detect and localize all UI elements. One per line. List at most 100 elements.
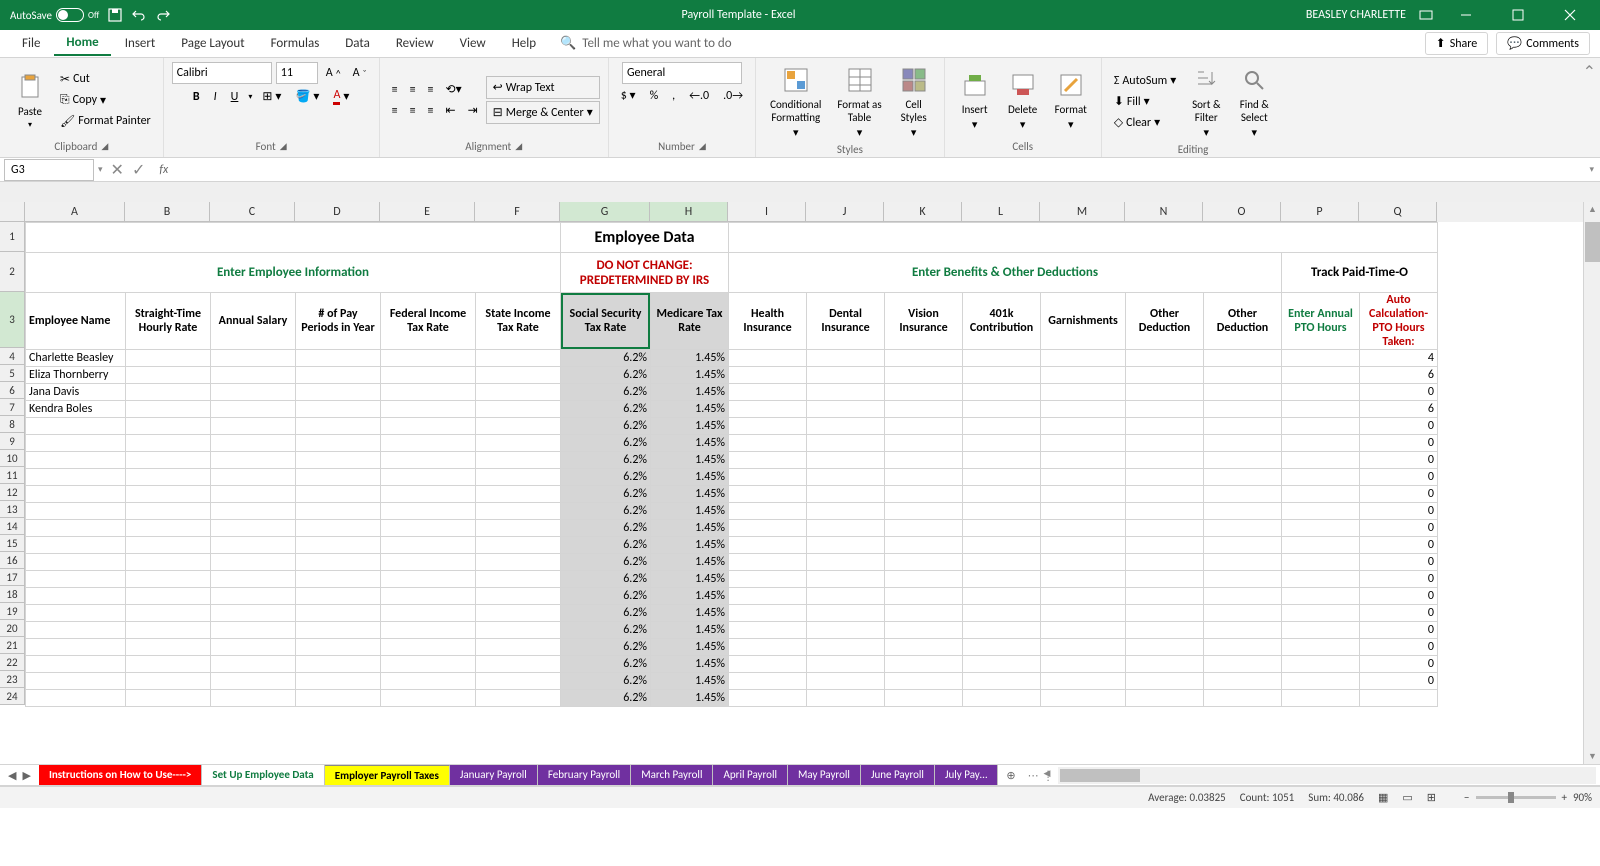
cell[interactable] xyxy=(1204,503,1282,520)
cell[interactable] xyxy=(963,486,1041,503)
cell[interactable] xyxy=(963,605,1041,622)
row-header-17[interactable]: 17 xyxy=(0,569,25,586)
merge-center-button[interactable]: ⊟Merge & Center ▾ xyxy=(486,101,600,124)
cell[interactable] xyxy=(729,384,807,401)
underline-button[interactable]: U xyxy=(227,88,243,106)
col-header-cell[interactable]: Health Insurance xyxy=(729,293,807,350)
cell[interactable] xyxy=(126,537,211,554)
cell[interactable] xyxy=(26,605,126,622)
sort-filter-button[interactable]: Sort & Filter▾ xyxy=(1184,62,1228,141)
cell[interactable] xyxy=(807,622,885,639)
cell[interactable]: 1.45% xyxy=(651,537,729,554)
scroll-down-icon[interactable]: ▼ xyxy=(1588,751,1597,762)
cell[interactable]: 0 xyxy=(1360,520,1438,537)
cell[interactable] xyxy=(963,554,1041,571)
row-header-22[interactable]: 22 xyxy=(0,654,25,671)
cell[interactable] xyxy=(381,588,476,605)
cell[interactable] xyxy=(211,639,296,656)
column-header-M[interactable]: M xyxy=(1040,202,1125,222)
expand-formula-icon[interactable]: ▾ xyxy=(1583,164,1600,175)
cell[interactable] xyxy=(885,571,963,588)
cell[interactable] xyxy=(1126,401,1204,418)
cell[interactable] xyxy=(1282,503,1360,520)
cell[interactable] xyxy=(26,537,126,554)
row-header-16[interactable]: 16 xyxy=(0,552,25,569)
cell[interactable] xyxy=(885,452,963,469)
cell[interactable] xyxy=(126,656,211,673)
cell[interactable] xyxy=(211,384,296,401)
cell[interactable] xyxy=(1126,469,1204,486)
cell[interactable] xyxy=(1282,554,1360,571)
cell[interactable]: 1.45% xyxy=(651,452,729,469)
cell[interactable] xyxy=(126,571,211,588)
cell[interactable] xyxy=(296,367,381,384)
cell[interactable]: 6.2% xyxy=(561,520,651,537)
font-name-select[interactable] xyxy=(172,62,272,84)
cell[interactable] xyxy=(1282,486,1360,503)
cell[interactable] xyxy=(1204,571,1282,588)
cell[interactable] xyxy=(296,588,381,605)
cell[interactable] xyxy=(729,435,807,452)
sheet-tab[interactable]: January Payroll xyxy=(450,765,538,785)
font-color-button[interactable]: A▾ xyxy=(329,86,353,107)
cell[interactable] xyxy=(126,673,211,690)
col-header-cell[interactable]: # of Pay Periods in Year xyxy=(296,293,381,350)
sheet-tab[interactable]: July Pay… xyxy=(935,765,998,785)
cell[interactable] xyxy=(1126,554,1204,571)
cell[interactable] xyxy=(476,622,561,639)
cell[interactable] xyxy=(211,690,296,707)
cell[interactable] xyxy=(26,503,126,520)
undo-icon[interactable] xyxy=(131,7,147,23)
cell[interactable] xyxy=(26,520,126,537)
comments-button[interactable]: 💬Comments xyxy=(1496,32,1590,55)
redo-icon[interactable] xyxy=(155,7,171,23)
cell[interactable] xyxy=(296,401,381,418)
cell[interactable] xyxy=(1041,367,1126,384)
cell[interactable] xyxy=(963,656,1041,673)
row-header-15[interactable]: 15 xyxy=(0,535,25,552)
cell[interactable]: 1.45% xyxy=(651,605,729,622)
cell[interactable] xyxy=(381,350,476,367)
cell[interactable]: 6.2% xyxy=(561,673,651,690)
cell[interactable] xyxy=(211,435,296,452)
cell[interactable] xyxy=(1041,588,1126,605)
cell[interactable]: 6.2% xyxy=(561,588,651,605)
cell-styles-button[interactable]: Cell Styles▾ xyxy=(892,62,936,141)
cell[interactable] xyxy=(807,571,885,588)
chevron-down-icon[interactable]: ▾ xyxy=(248,92,252,102)
cell[interactable] xyxy=(729,350,807,367)
cell[interactable] xyxy=(963,588,1041,605)
insert-button[interactable]: Insert▾ xyxy=(953,67,997,133)
cell[interactable] xyxy=(807,435,885,452)
row-header-21[interactable]: 21 xyxy=(0,637,25,654)
fill-color-button[interactable]: 🪣▾ xyxy=(291,87,323,106)
cell[interactable] xyxy=(729,520,807,537)
col-header-cell[interactable]: State Income Tax Rate xyxy=(476,293,561,350)
col-header-cell[interactable]: Auto Calculation- PTO Hours Taken: xyxy=(1360,293,1438,350)
cell[interactable] xyxy=(885,673,963,690)
cell[interactable] xyxy=(885,367,963,384)
cell[interactable]: 0 xyxy=(1360,605,1438,622)
cell[interactable] xyxy=(1126,384,1204,401)
cell[interactable]: 6.2% xyxy=(561,639,651,656)
cell[interactable]: 6.2% xyxy=(561,622,651,639)
align-right-button[interactable]: ≡ xyxy=(424,101,438,120)
row-header-1[interactable]: 1 xyxy=(0,222,25,252)
cell[interactable] xyxy=(1282,401,1360,418)
cell[interactable] xyxy=(211,503,296,520)
prev-sheet-icon[interactable]: ◀ xyxy=(8,769,16,782)
cell[interactable] xyxy=(1041,469,1126,486)
cell[interactable] xyxy=(476,384,561,401)
cell[interactable] xyxy=(1041,503,1126,520)
cell[interactable]: 0 xyxy=(1360,452,1438,469)
row-header-19[interactable]: 19 xyxy=(0,603,25,620)
save-icon[interactable] xyxy=(107,7,123,23)
cell[interactable] xyxy=(885,418,963,435)
sheet-tab-menu-icon[interactable]: ⋯ xyxy=(1024,769,1043,782)
enter-icon[interactable]: ✓ xyxy=(132,160,145,180)
cell[interactable] xyxy=(1282,571,1360,588)
cell[interactable] xyxy=(381,486,476,503)
cell[interactable] xyxy=(729,469,807,486)
close-button[interactable] xyxy=(1550,0,1590,30)
cell[interactable]: 0 xyxy=(1360,588,1438,605)
